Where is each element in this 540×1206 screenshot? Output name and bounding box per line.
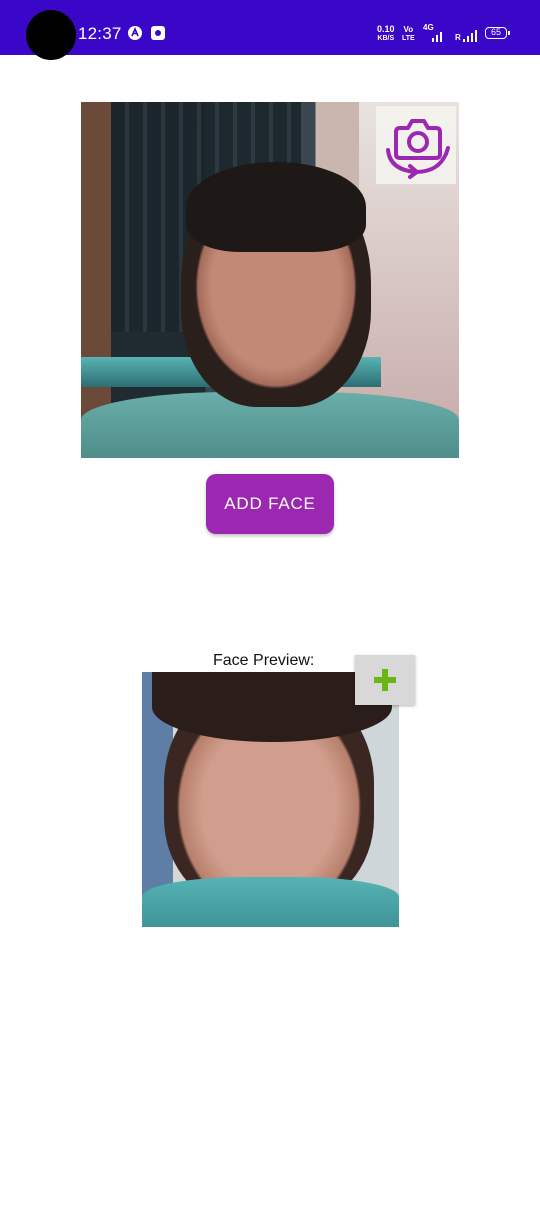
plus-icon — [374, 669, 396, 691]
auto-sync-icon — [127, 25, 143, 46]
roaming-indicator: R — [455, 33, 461, 42]
network-speed-value: 0.10 — [377, 24, 395, 34]
signal-icon — [432, 29, 446, 47]
signal-icon-2 — [463, 29, 479, 47]
volte-bottom: LTE — [402, 35, 415, 42]
face-preview-image — [142, 672, 399, 927]
status-bar: 12:37 0.10 KB/S Vo LTE 4G R 65 — [0, 0, 540, 60]
status-time: 12:37 — [78, 24, 122, 43]
battery-icon: 65 — [485, 27, 510, 39]
notification-app-icon — [150, 25, 166, 46]
camera-subject-hair — [186, 162, 366, 252]
switch-camera-icon — [386, 119, 450, 179]
volte-top: Vo — [403, 25, 414, 34]
add-face-button[interactable]: ADD FACE — [206, 474, 334, 534]
face-preview-label: Face Preview: — [213, 652, 315, 669]
battery-level: 65 — [490, 27, 501, 37]
volte-indicator: Vo LTE — [402, 25, 415, 43]
switch-camera-button[interactable] — [376, 106, 456, 184]
face-preview-shirt — [142, 877, 399, 927]
front-camera-cutout — [26, 10, 76, 60]
network-speed-unit: KB/S — [377, 35, 395, 42]
add-face-preview-button[interactable] — [355, 655, 415, 705]
network-speed: 0.10 KB/S — [377, 25, 395, 43]
